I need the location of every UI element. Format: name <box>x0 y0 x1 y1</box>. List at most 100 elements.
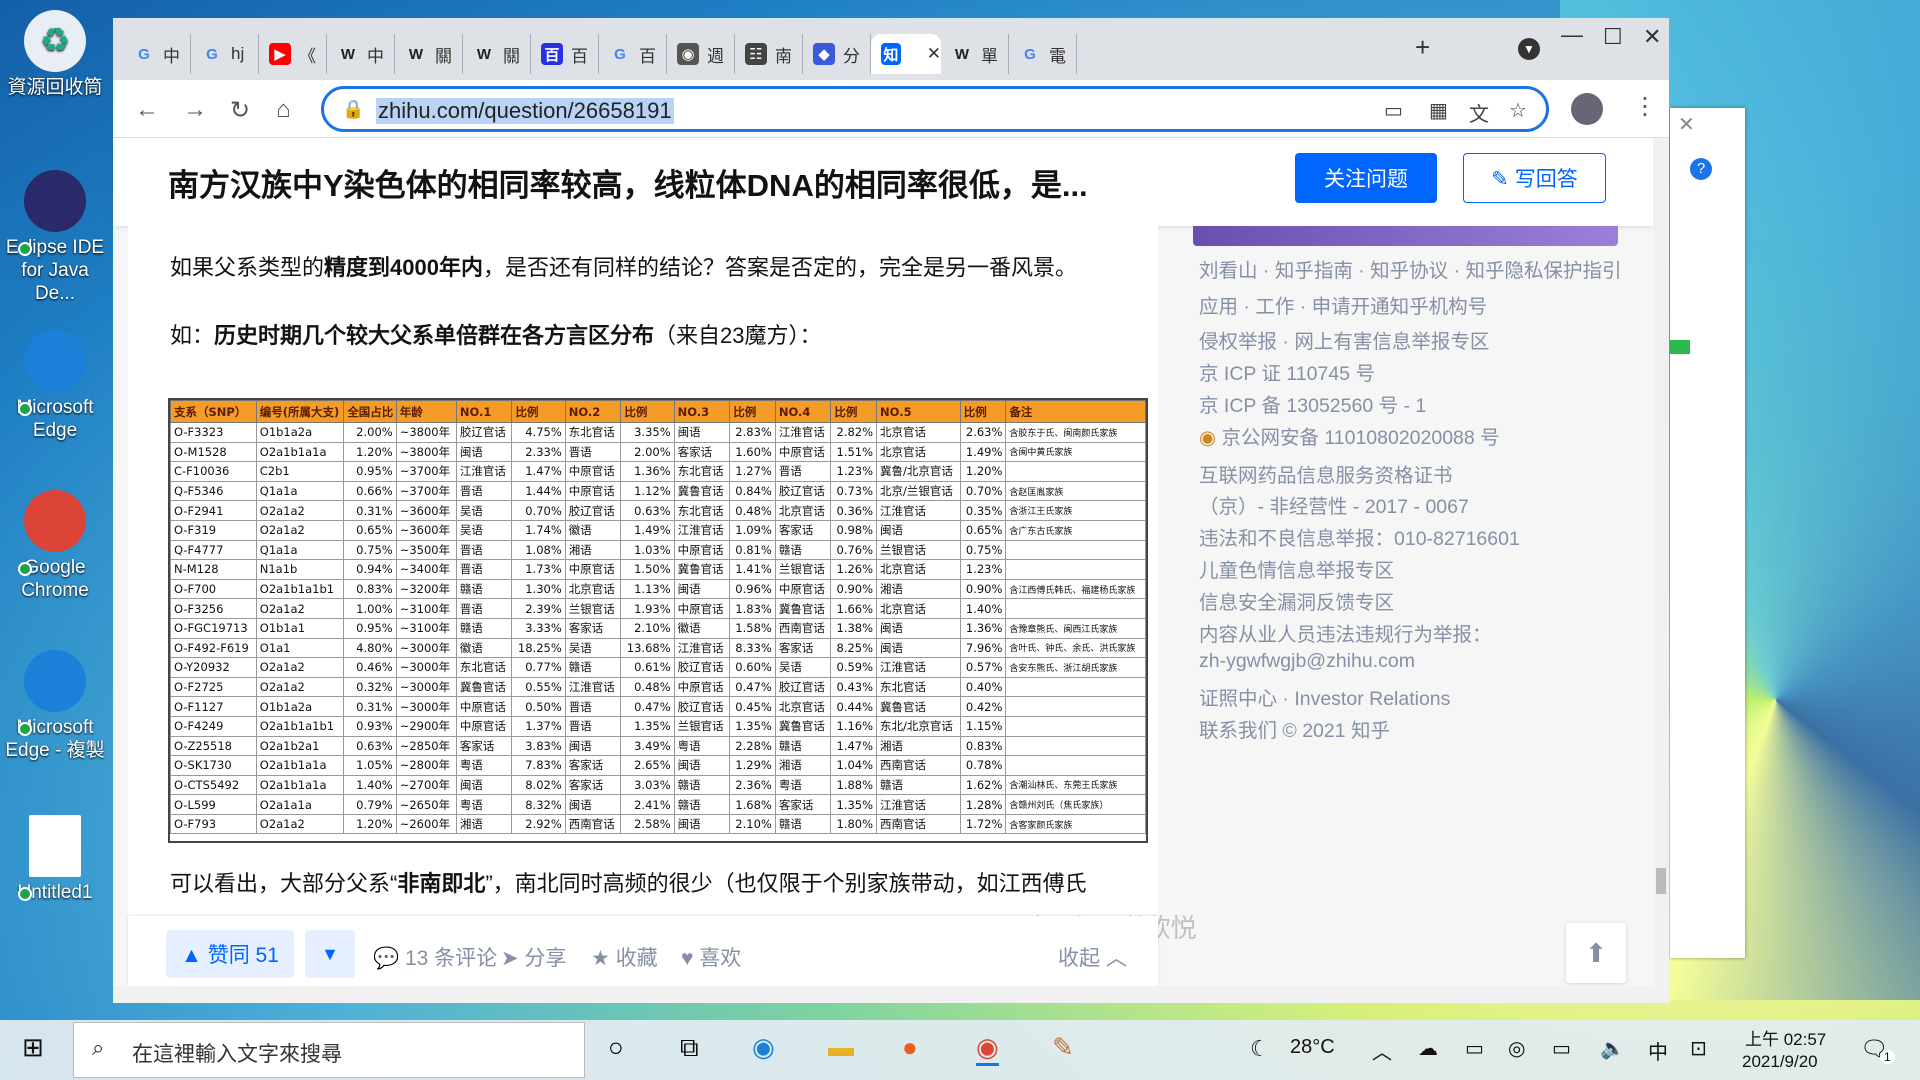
tray-chevron-icon[interactable]: ︿ <box>1372 1036 1392 1065</box>
follow-question-button[interactable]: 关注问题 <box>1295 153 1437 203</box>
collapse-button[interactable]: 收起 ︿ <box>1058 942 1127 972</box>
qr-code-icon[interactable]: ▦ <box>1429 98 1448 123</box>
maximize-button[interactable]: ☐ <box>1603 24 1623 50</box>
close-window-button[interactable]: ✕ <box>1643 24 1661 50</box>
upvote-button[interactable]: ▲ 赞同 51 <box>166 930 294 978</box>
back-button[interactable]: ← <box>135 96 159 124</box>
tab-12[interactable]: W單 <box>941 34 1009 74</box>
sidebar-link[interactable]: 儿童色情信息举报专区 <box>1199 554 1394 583</box>
weather-temp[interactable]: 28°C <box>1290 1036 1335 1059</box>
haplogroup-table-image[interactable]: 支系（SNP） 编号(所属大支) 全国占比 年龄 NO.1 比例 NO.2 比例 NO.3 比例 N… <box>168 398 1148 843</box>
volume-icon[interactable]: 🔈 <box>1600 1036 1625 1061</box>
collect-button[interactable]: ★ 收藏 <box>591 942 658 972</box>
vertical-scrollbar[interactable] <box>1653 138 1669 1003</box>
tab-search-icon[interactable]: ▼ <box>1518 38 1540 60</box>
table-cell: O1a1 <box>255 637 345 659</box>
address-bar[interactable]: 🔒 zhihu.com/question/26658191 ▭ ▦ 文 ☆ <box>321 86 1549 132</box>
tab-3[interactable]: W中 <box>327 34 395 74</box>
tab-7[interactable]: G百 <box>599 34 667 74</box>
desktop-icon-1[interactable]: Eclipse IDE for Java De... <box>0 170 110 305</box>
cast-icon[interactable]: ▭ <box>1384 98 1403 123</box>
comments-button[interactable]: 💬 13 条评论 <box>373 942 497 972</box>
tab-8[interactable]: ◉ 週 <box>667 34 735 74</box>
sidebar-link[interactable]: 证照中心 · Investor Relations <box>1199 682 1450 711</box>
question-title[interactable]: 南方汉族中Y染色体的相同率较高，线粒体DNA的相同率很低，是... <box>168 160 1168 205</box>
table-row: O-CTS5492 O2a1b1a1a 1.40% ~2700年 闽语 8.02% 客家话 3… <box>170 774 1146 796</box>
sidebar-link[interactable]: zh-ygwfwgjb@zhihu.com <box>1199 650 1415 673</box>
battery-icon[interactable]: ▭ <box>1552 1036 1571 1061</box>
tab-13[interactable]: G電 <box>1009 34 1077 74</box>
sidebar-link[interactable]: 违法和不良信息举报：010-82716601 <box>1199 522 1520 551</box>
clock-date[interactable]: 2021/9/20 <box>1742 1052 1818 1072</box>
write-answer-button[interactable]: ✎ 写回答 <box>1463 153 1606 203</box>
close-tab-icon[interactable]: ✕ <box>927 44 941 64</box>
new-tab-button[interactable]: + <box>1415 32 1430 63</box>
file-explorer-icon[interactable]: ▬ <box>828 1032 854 1063</box>
desktop-icon-5[interactable]: Untitled1 <box>0 815 110 904</box>
forward-button[interactable]: → <box>183 96 207 124</box>
close-icon[interactable]: ✕ <box>1678 112 1695 137</box>
share-button[interactable]: ➤ 分享 <box>501 942 566 972</box>
sidebar-link[interactable]: （京）- 非经营性 - 2017 - 0067 <box>1199 490 1469 519</box>
sidebar-link[interactable]: 信息安全漏洞反馈专区 <box>1199 586 1394 615</box>
minimize-button[interactable]: — <box>1561 22 1583 48</box>
sidebar-link[interactable]: 应用 · 工作 · 申请开通知乎机构号 <box>1199 290 1487 319</box>
table-cell: 吴语 <box>455 500 513 521</box>
network-icon[interactable]: ▭ <box>1465 1036 1484 1061</box>
tab-11[interactable]: 知 ✕ <box>871 34 941 74</box>
start-button[interactable]: ⊞ <box>22 1032 44 1063</box>
paint-icon[interactable]: ✎ <box>1052 1032 1074 1063</box>
translate-icon[interactable]: 文 <box>1469 98 1489 127</box>
tab-5[interactable]: W關 <box>463 34 531 74</box>
tab-2[interactable]: ▶ 《 <box>259 34 327 74</box>
ime-indicator[interactable]: 中 <box>1648 1036 1668 1065</box>
tab-9[interactable]: ☷ 南 <box>735 34 803 74</box>
desktop-icon-4[interactable]: Microsoft Edge - 複製 <box>0 650 110 762</box>
table-cell: N-M128 <box>170 559 257 580</box>
sidebar-link[interactable]: 内容从业人员违法违规行为举报： <box>1199 618 1492 647</box>
menu-icon[interactable]: ⋮ <box>1633 92 1657 121</box>
desktop-icon-0[interactable]: ♻ 資源回收筒 <box>0 10 110 99</box>
table-cell: 0.40% <box>959 676 1007 698</box>
profile-avatar[interactable] <box>1571 93 1603 125</box>
tab-0[interactable]: G中 <box>123 34 191 74</box>
table-cell: 吴语 <box>564 637 622 659</box>
taskbar-search[interactable]: ⌕ 在這裡輸入文字來搜尋 <box>73 1022 585 1078</box>
downvote-button[interactable]: ▼ <box>305 930 355 978</box>
lock-icon[interactable]: 🔒 <box>342 99 364 120</box>
sidebar-link[interactable]: 刘看山 · 知乎指南 · 知乎协议 · 知乎隐私保护指引 <box>1199 254 1622 283</box>
sidebar-link[interactable]: 京 ICP 证 110745 号 <box>1199 357 1375 386</box>
sidebar-link[interactable]: 京 ICP 备 13052560 号 - 1 <box>1199 389 1426 418</box>
firefox-icon[interactable]: ● <box>902 1032 918 1063</box>
help-icon[interactable]: ? <box>1690 158 1712 180</box>
chrome-taskbar-icon[interactable]: ◉ <box>976 1032 999 1066</box>
bookmark-star-icon[interactable]: ☆ <box>1509 98 1527 123</box>
tab-10[interactable]: ◆ 分 <box>803 34 871 74</box>
edge-taskbar-icon[interactable]: ◉ <box>752 1032 775 1063</box>
sidebar-banner[interactable] <box>1193 226 1618 246</box>
onedrive-icon[interactable]: ☁ <box>1418 1036 1438 1061</box>
sidebar-link[interactable]: ◉ 京公网安备 11010802020088 号 <box>1199 421 1500 450</box>
like-button[interactable]: ♥ 喜欢 <box>681 942 741 972</box>
home-button[interactable]: ⌂ <box>276 96 291 124</box>
sidebar-link[interactable]: 联系我们 © 2021 知乎 <box>1199 714 1390 743</box>
webcam-icon[interactable]: ◎ <box>1508 1036 1525 1061</box>
sidebar-link[interactable]: 互联网药品信息服务资格证书 <box>1199 459 1453 488</box>
table-cell: O-SK1730 <box>170 755 257 776</box>
desktop-icon-2[interactable]: Microsoft Edge <box>0 330 110 442</box>
tab-6[interactable]: 百百 <box>531 34 599 74</box>
cortana-icon[interactable]: ○ <box>608 1032 624 1063</box>
weather-moon-icon[interactable]: ☾ <box>1250 1036 1270 1062</box>
clock-time[interactable]: 上午 02:57 <box>1745 1025 1826 1050</box>
reload-button[interactable]: ↻ <box>230 96 250 125</box>
background-window[interactable]: ✕ ? <box>1670 108 1745 958</box>
url-text[interactable]: zhihu.com/question/26658191 <box>376 98 674 124</box>
task-view-icon[interactable]: ⧉ <box>680 1032 699 1064</box>
ime-mode-icon[interactable]: ⊡ <box>1690 1036 1707 1061</box>
horizontal-scrollbar[interactable] <box>113 986 1653 1003</box>
desktop-icon-3[interactable]: Google Chrome <box>0 490 110 602</box>
tab-1[interactable]: Ghj <box>191 34 259 74</box>
sidebar-link[interactable]: 侵权举报 · 网上有害信息举报专区 <box>1199 325 1489 354</box>
back-to-top-button[interactable]: ⬆ <box>1566 923 1626 983</box>
tab-4[interactable]: W關 <box>395 34 463 74</box>
